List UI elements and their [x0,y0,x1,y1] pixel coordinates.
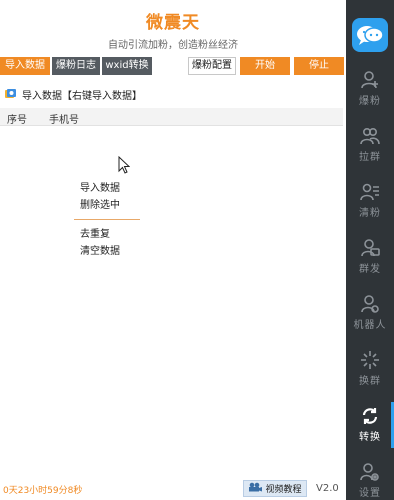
app-title: 微震天 [146,13,200,33]
column-header-phone[interactable]: 手机号 [49,111,79,126]
sidebar-item-settings[interactable]: 设置 [346,458,394,500]
user-robot-icon [360,294,380,314]
stop-button[interactable]: 停止 [294,57,344,75]
sidebar-label-robot: 机器人 [353,320,387,331]
menu-delete-selected[interactable]: 删除选中 [74,197,140,214]
video-tutorial-label: 视频教程 [265,485,302,495]
version-label: V2.0 [316,483,339,494]
sidebar-item-robot[interactable]: 机器人 [346,290,394,340]
menu-import-data[interactable]: 导入数据 [74,180,140,197]
countdown-timer: 0天23小时59分8秒 [3,486,83,496]
sidebar-item-add-fans[interactable]: 爆粉 [346,66,394,116]
tab-wxid-convert[interactable]: wxid转换 [102,57,152,75]
sidebar-item-switch-group[interactable]: 换群 [346,346,394,396]
menu-clear-data[interactable]: 清空数据 [74,243,140,260]
start-button[interactable]: 开始 [240,57,290,75]
sidebar-label-pull-group: 拉群 [359,152,381,163]
sidebar-label-clear-fans: 清粉 [359,208,381,219]
user-settings-icon [360,462,380,482]
sidebar-item-pull-group[interactable]: 拉群 [346,122,394,172]
tab-bar: 导入数据 爆粉日志 wxid转换 爆粉配置 开始 停止 [0,57,346,75]
sidebar: 爆粉 拉群 清粉 群发 机器人 换群 转换 设置 [346,0,394,500]
sidebar-item-convert[interactable]: 转换 [346,402,394,452]
sidebar-label-switch-group: 换群 [359,376,381,387]
video-tutorial-button[interactable]: 视频教程 [243,480,307,497]
mouse-cursor-icon [118,155,131,177]
data-table-header: 序号 手机号 [0,108,343,126]
column-header-index[interactable]: 序号 [7,111,27,126]
sidebar-label-add-fans: 爆粉 [359,96,381,107]
user-message-icon [360,238,380,258]
status-bar: 0天23小时59分8秒 视频教程 V2.0 [0,478,346,500]
tab-fan-log[interactable]: 爆粉日志 [52,57,100,75]
camera-icon [248,482,263,495]
app-subtitle: 自动引流加粉，创造粉丝经济 [108,40,238,51]
menu-dedupe[interactable]: 去重复 [74,226,140,243]
section-heading-text: 导入数据【右键导入数据】 [22,90,142,102]
app-header: 微震天 自动引流加粉，创造粉丝经济 [0,0,346,56]
sidebar-label-settings: 设置 [359,488,381,499]
tab-import-data[interactable]: 导入数据 [0,57,50,75]
user-list-icon [360,182,380,202]
group-icon [360,126,380,146]
database-import-icon [4,88,18,100]
sidebar-label-convert: 转换 [359,432,381,443]
sidebar-item-clear-fans[interactable]: 清粉 [346,178,394,228]
user-plus-icon [360,70,380,90]
sparkle-icon [360,350,380,370]
context-menu: 导入数据 删除选中 去重复 清空数据 [74,180,140,260]
fan-config-button[interactable]: 爆粉配置 [188,57,236,75]
section-heading: 导入数据【右键导入数据】 [4,86,142,102]
sidebar-item-broadcast[interactable]: 群发 [346,234,394,284]
menu-separator [74,219,140,220]
convert-icon [360,406,380,426]
app-logo [352,18,388,52]
sidebar-label-broadcast: 群发 [359,264,381,275]
